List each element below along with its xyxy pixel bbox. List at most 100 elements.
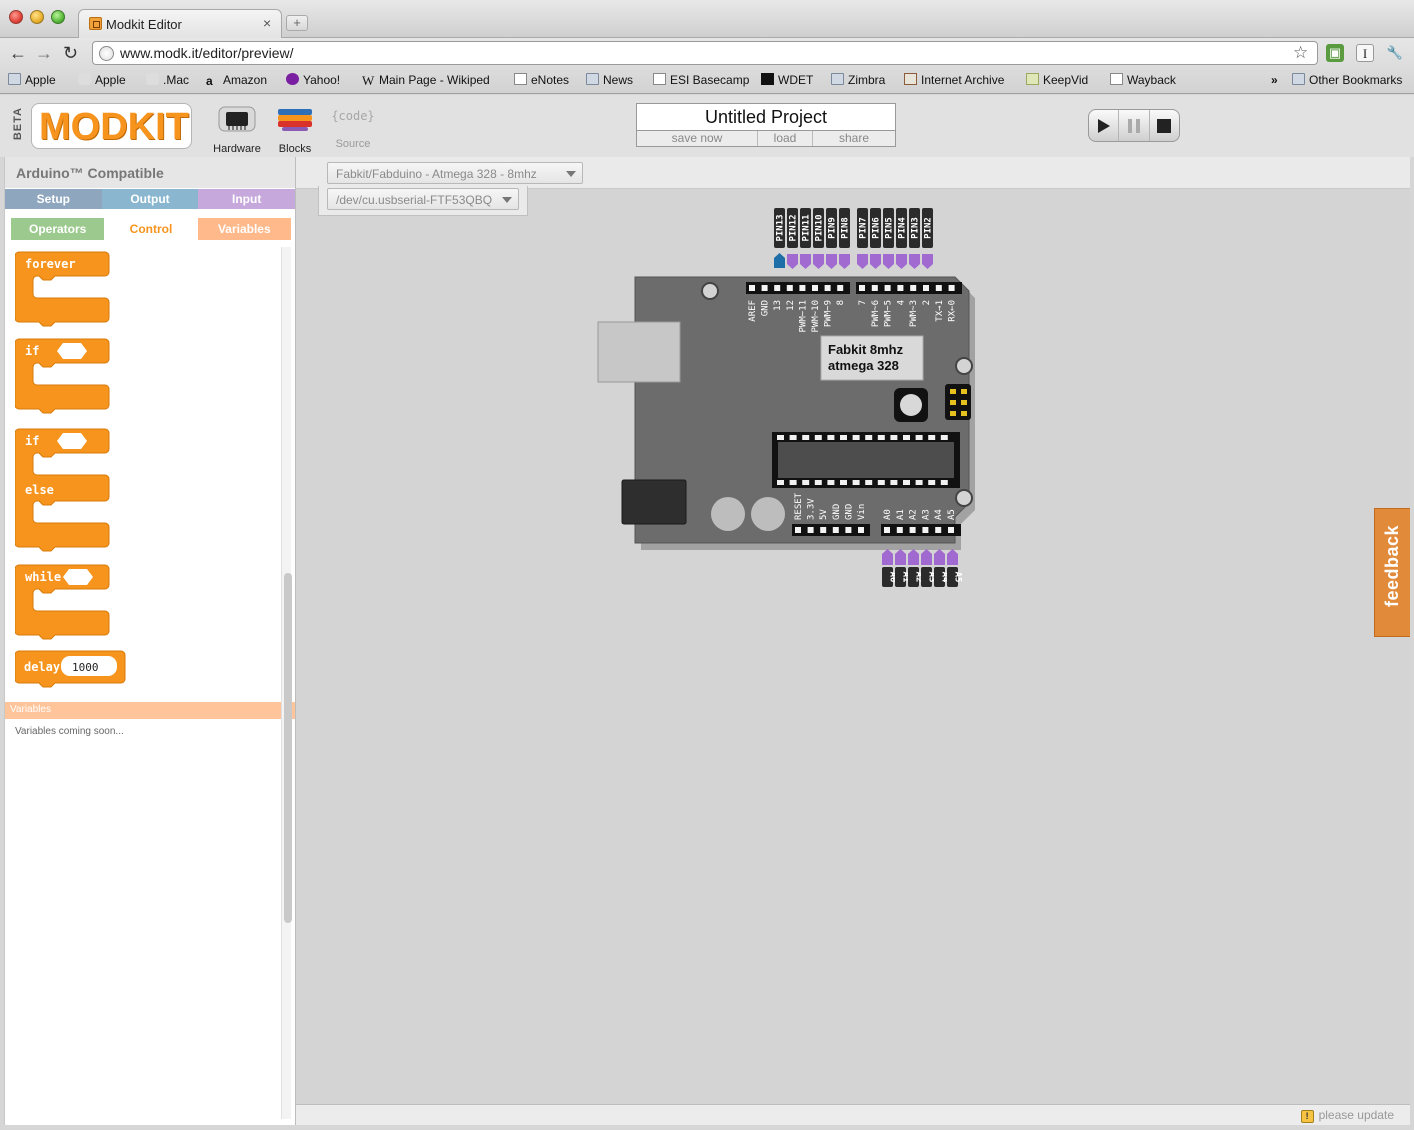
while-block[interactable]: while [14, 563, 111, 646]
modkit-logo[interactable]: MODKIT [31, 103, 192, 149]
delay-block[interactable]: delay 1000 [14, 649, 127, 694]
reload-icon[interactable]: ↻ [63, 43, 78, 64]
pin-pin7-tag[interactable]: PIN7 [857, 208, 869, 248]
pin-pin4-tag[interactable]: PIN4 [896, 208, 908, 248]
bookmark-wayback[interactable]: Wayback [1110, 73, 1176, 87]
pin-connector[interactable] [921, 549, 932, 565]
category-tab-control[interactable]: Control [104, 218, 198, 240]
bookmark-news[interactable]: News [586, 73, 633, 87]
bookmark-main-page-wikiped[interactable]: W Main Page - Wikiped [362, 73, 490, 87]
pin-connector[interactable] [895, 549, 906, 565]
back-arrow-icon[interactable]: ← [9, 43, 27, 64]
wrench-menu-icon[interactable]: 🔧 [1386, 44, 1404, 62]
load-button[interactable]: load [758, 131, 813, 146]
instapaper-extension-icon[interactable]: I [1356, 44, 1374, 62]
arduino-board-diagram: Fabkit 8mhz atmega 328 AREF GND 13 12 PWM~11… [597, 208, 975, 587]
pin-connector[interactable] [896, 254, 907, 269]
save-now-button[interactable]: save now [637, 131, 758, 146]
window-minimize-button[interactable] [30, 10, 44, 24]
other-bookmarks-folder[interactable]: Other Bookmarks [1292, 73, 1402, 87]
pin-pin12-tag[interactable]: PIN12 [787, 208, 799, 248]
bookmark-wdet[interactable]: WDET [761, 73, 813, 87]
category-tab-variables[interactable]: Variables [197, 218, 291, 240]
board-select[interactable]: Fabkit/Fabduino - Atmega 328 - 8mhz [327, 162, 583, 184]
tab-close-icon[interactable]: × [263, 15, 271, 31]
pin-connector[interactable] [947, 549, 958, 565]
evernote-extension-icon[interactable]: ▣ [1326, 44, 1344, 62]
pin-pin13-tag[interactable]: PIN13 [774, 208, 786, 248]
project-title[interactable]: Untitled Project [637, 104, 895, 130]
window-close-button[interactable] [9, 10, 23, 24]
pin-connector[interactable] [922, 254, 933, 269]
pin-pin9-tag[interactable]: PIN9 [826, 208, 838, 248]
bookmark-star-icon[interactable]: ☆ [1293, 43, 1308, 63]
delay-value-input[interactable]: 1000 [72, 661, 99, 674]
port-select[interactable]: /dev/cu.usbserial-FTF53QBQ [327, 188, 519, 210]
url-text[interactable]: www.modk.it/editor/preview/ [120, 45, 294, 61]
header-pin-label: PWM~3 [909, 300, 919, 327]
pin-connector[interactable] [882, 549, 893, 565]
bookmark-internet-archive[interactable]: Internet Archive [904, 73, 1004, 87]
window-maximize-button[interactable] [51, 10, 65, 24]
bookmark-keepvid[interactable]: KeepVid [1026, 73, 1088, 87]
category-tab-output[interactable]: Output [101, 189, 199, 209]
share-button[interactable]: share [813, 131, 895, 146]
play-button[interactable] [1089, 110, 1120, 141]
pin-connector[interactable] [839, 254, 850, 269]
page-info-icon[interactable] [99, 46, 114, 61]
bookmark-enotes[interactable]: eNotes [514, 73, 569, 87]
source-tool-button[interactable]: {code} Source [328, 103, 378, 150]
pin-pin8-tag[interactable]: PIN8 [839, 208, 851, 248]
pin-connector[interactable] [774, 253, 785, 268]
pin-pin5-tag[interactable]: PIN5 [883, 208, 895, 248]
hardware-tool-button[interactable]: Hardware [212, 103, 262, 155]
header-pin-label: A1 [896, 509, 906, 520]
forward-arrow-icon[interactable]: → [35, 43, 53, 64]
stop-button[interactable] [1150, 110, 1179, 141]
pin-pin11-tag[interactable]: PIN11 [800, 208, 812, 248]
pin-connector[interactable] [826, 254, 837, 269]
feedback-tab[interactable]: feedback [1374, 508, 1410, 637]
pin-pin3-tag[interactable]: PIN3 [909, 208, 921, 248]
pin-connector[interactable] [857, 254, 868, 269]
pin-connector[interactable] [883, 254, 894, 269]
bookmark-amazon[interactable]: a Amazon [206, 73, 267, 88]
pin-a5-tag[interactable]: A5 [947, 567, 963, 587]
bookmark-esi-basecamp[interactable]: ESI Basecamp [653, 73, 749, 87]
address-bar[interactable]: www.modk.it/editor/preview/ ☆ [92, 41, 1318, 65]
if-block[interactable]: if [14, 337, 111, 420]
category-tab-operators[interactable]: Operators [11, 218, 105, 240]
category-tab-setup[interactable]: Setup [5, 189, 102, 209]
bookmark-zimbra[interactable]: Zimbra [831, 73, 885, 87]
bookmarks-overflow-chevron-icon[interactable]: » [1271, 73, 1278, 87]
bookmark-label: Apple [95, 73, 126, 87]
pin-connector[interactable] [800, 254, 811, 269]
new-tab-button[interactable]: + [286, 15, 308, 31]
pause-button[interactable] [1119, 110, 1150, 141]
palette-scrollbar-thumb[interactable] [284, 573, 292, 923]
pin-connector[interactable] [908, 549, 919, 565]
header-pin-label: 12 [786, 300, 796, 311]
plugin-update-notice[interactable]: ! please update [1300, 1108, 1394, 1123]
bookmark-apple[interactable]: Apple [78, 73, 126, 87]
bookmark-mac[interactable]: .Mac [146, 73, 189, 87]
pin-connector[interactable] [934, 549, 945, 565]
bookmark-yahoo[interactable]: Yahoo! [286, 73, 340, 87]
pin-connector[interactable] [909, 254, 920, 269]
blocks-tool-button[interactable]: Blocks [270, 103, 320, 155]
browser-tab[interactable]: Modkit Editor × [78, 9, 282, 38]
pin-connector[interactable] [813, 254, 824, 269]
forever-block[interactable]: forever [14, 250, 111, 333]
workspace-statusbar: ! please update [296, 1104, 1410, 1125]
pin-connector[interactable] [870, 254, 881, 269]
board-name-line1: Fabkit 8mhz [828, 342, 904, 357]
if-else-block[interactable]: if else [14, 427, 111, 558]
amazon-icon: a [206, 74, 213, 88]
chip-icon [218, 106, 256, 132]
pin-pin6-tag[interactable]: PIN6 [870, 208, 882, 248]
category-tab-input[interactable]: Input [198, 189, 296, 209]
pin-pin10-tag[interactable]: PIN10 [813, 208, 825, 248]
bookmark-apple[interactable]: Apple [8, 73, 56, 87]
pin-connector[interactable] [787, 254, 798, 269]
pin-pin2-tag[interactable]: PIN2 [922, 208, 934, 248]
